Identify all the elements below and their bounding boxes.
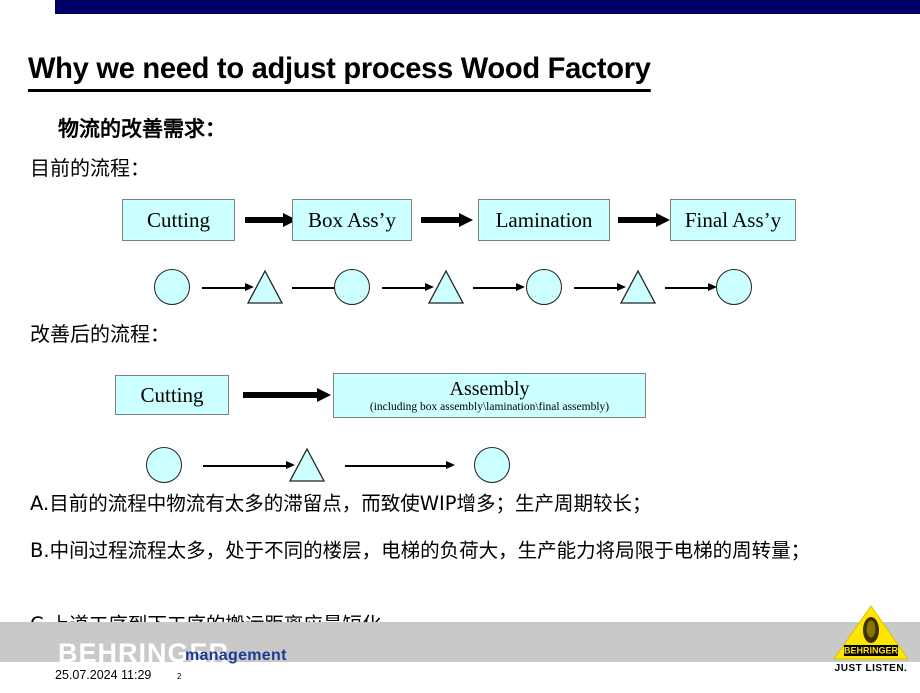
bullet-a: A.目前的流程中物流有太多的滞留点，而致使WIP增多；生产周期较长；: [30, 492, 652, 515]
process-box-final-assy[interactable]: Final Ass’y: [670, 199, 796, 241]
footer-brand-sub: management: [185, 647, 287, 664]
section-subheading: 物流的改善需求：: [58, 117, 226, 141]
page-title: Why we need to adjust process Wood Facto…: [28, 52, 888, 92]
flow-arrow-2: [421, 213, 473, 227]
flow-shape-triangle: [246, 269, 284, 305]
process-box-label: Cutting: [140, 382, 204, 407]
flow-arrow-3: [618, 213, 670, 227]
behringer-logo-icon: BEHRINGER JUST LISTEN.: [832, 603, 910, 675]
footer-page-number: 2: [177, 672, 182, 681]
process-box-lamination[interactable]: Lamination: [478, 199, 610, 241]
bullet-b: B.中间过程流程太多，处于不同的楼层，电梯的负荷大，生产能力将局限于电梯的周转量…: [30, 539, 811, 562]
flow-shape-triangle: [619, 269, 657, 305]
assembly-subtitle: (including box assembly\lamination\final…: [369, 400, 610, 413]
improved-shape-arrow-2: [345, 461, 455, 470]
svg-text:JUST LISTEN.: JUST LISTEN.: [835, 663, 908, 674]
process-box-cutting[interactable]: Cutting: [122, 199, 235, 241]
improved-shape-circle: [146, 447, 182, 483]
assembly-title: Assembly: [449, 377, 530, 400]
flow-shape-circle: [334, 269, 370, 305]
process-box-label: Lamination: [495, 207, 593, 232]
improved-shape-arrow-1: [203, 461, 295, 470]
flow-shape-circle: [154, 269, 190, 305]
shape-arrow-6: [665, 283, 717, 292]
improved-shape-triangle: [288, 447, 326, 483]
process-box-box-assy[interactable]: Box Ass’y: [292, 199, 412, 241]
improved-process-label: 改善后的流程：: [30, 322, 170, 346]
flow-arrow-1: [245, 213, 297, 227]
svg-text:BEHRINGER: BEHRINGER: [844, 646, 899, 656]
improved-box-assembly[interactable]: Assembly (including box assembly\laminat…: [333, 373, 646, 418]
top-accent-bar: [55, 0, 920, 14]
current-process-label: 目前的流程：: [30, 156, 150, 180]
footer-timestamp: 25.07.2024 11:29: [55, 668, 152, 682]
shape-arrow-4: [473, 283, 525, 292]
flow-shape-triangle: [427, 269, 465, 305]
process-box-label: Final Ass’y: [684, 207, 782, 232]
flow-shape-circle: [716, 269, 752, 305]
improved-box-cutting[interactable]: Cutting: [115, 375, 229, 415]
process-box-label: Cutting: [146, 207, 210, 232]
improved-shape-circle: [474, 447, 510, 483]
slide-canvas: Why we need to adjust process Wood Facto…: [0, 0, 920, 693]
improved-flow-arrow: [243, 388, 333, 402]
page-title-text: Why we need to adjust process Wood Facto…: [28, 52, 651, 92]
process-box-label: Box Ass’y: [307, 207, 397, 232]
flow-shape-circle: [526, 269, 562, 305]
